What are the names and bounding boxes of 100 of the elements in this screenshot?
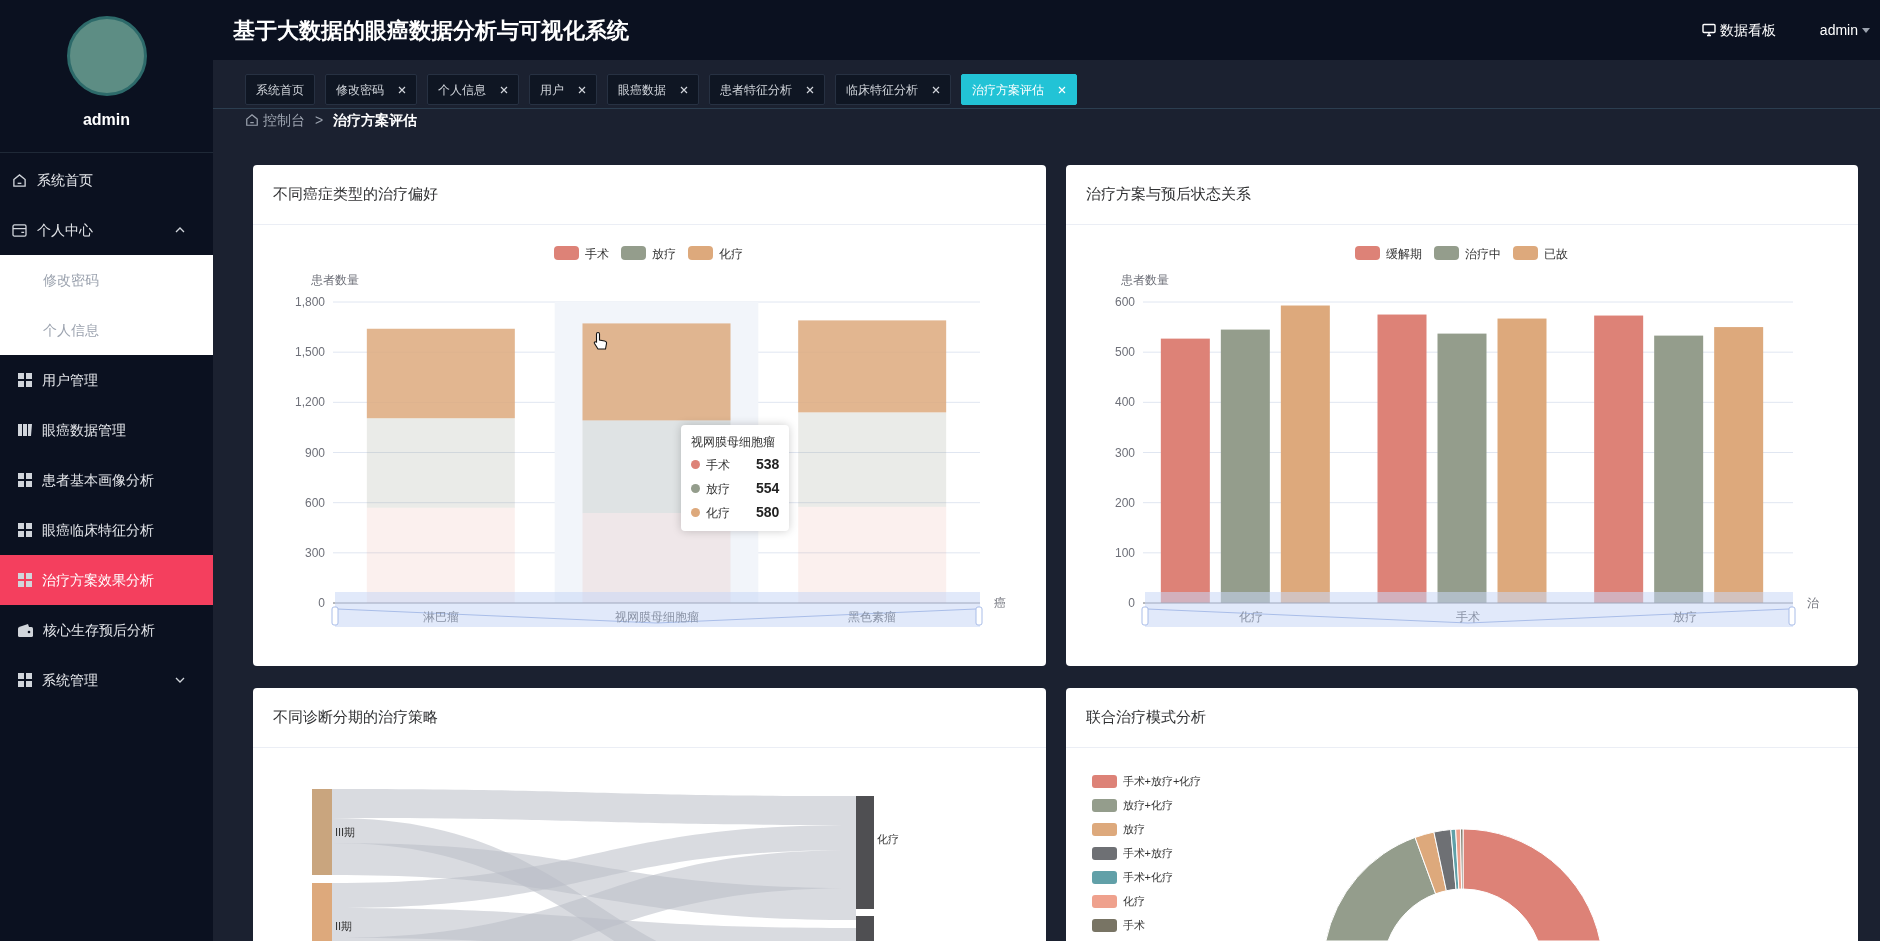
card-title: 不同诊断分期的治疗策略 bbox=[273, 707, 438, 728]
close-icon[interactable] bbox=[398, 85, 406, 94]
data-zoom-slider[interactable] bbox=[331, 592, 983, 627]
tab[interactable]: 用户 bbox=[529, 74, 597, 105]
tab[interactable]: 临床特征分析 bbox=[835, 74, 951, 105]
bar[interactable] bbox=[798, 320, 947, 413]
legend-label[interactable]: 化疗 bbox=[1122, 893, 1145, 910]
legend-label[interactable]: 手术 bbox=[585, 247, 609, 261]
breadcrumb-current: 治疗方案评估 bbox=[333, 110, 418, 130]
bar[interactable] bbox=[1160, 338, 1210, 603]
close-icon[interactable] bbox=[680, 85, 688, 94]
sidebar-item[interactable]: 系统首页 bbox=[0, 155, 213, 205]
axis-tick-label: 黑色素瘤 bbox=[848, 610, 897, 624]
legend-swatch[interactable] bbox=[688, 246, 713, 260]
sidebar-item[interactable]: 用户管理 bbox=[0, 355, 213, 405]
legend-swatch[interactable] bbox=[621, 246, 646, 260]
grid-icon bbox=[18, 573, 32, 587]
tooltip-value: 580 bbox=[756, 503, 780, 522]
axis-tick-label: 300 bbox=[304, 545, 325, 560]
breadcrumb-link[interactable]: 控制台 bbox=[263, 109, 305, 131]
chevron-up-icon bbox=[175, 227, 185, 233]
sidebar-item[interactable]: 核心生存预后分析 bbox=[0, 605, 213, 655]
close-icon[interactable] bbox=[500, 85, 508, 94]
user-menu[interactable]: admin bbox=[1819, 19, 1870, 41]
legend-label[interactable]: 手术 bbox=[1122, 917, 1145, 934]
axis-tick-label: 100 bbox=[1114, 545, 1135, 560]
legend-label[interactable]: 放疗 bbox=[1122, 821, 1145, 838]
axis-tick-label: 200 bbox=[1114, 495, 1135, 510]
sidebar-item[interactable]: 系统管理 bbox=[0, 655, 213, 705]
close-icon[interactable] bbox=[932, 85, 940, 94]
legend-swatch[interactable] bbox=[1091, 799, 1117, 812]
app-title: 基于大数据的眼癌数据分析与可视化系统 bbox=[233, 16, 629, 45]
chevron-down-icon bbox=[175, 677, 185, 683]
legend-swatch[interactable] bbox=[1091, 847, 1117, 860]
bar[interactable] bbox=[1280, 305, 1330, 603]
book-icon bbox=[18, 423, 32, 437]
legend-label[interactable]: 手术+化疗 bbox=[1122, 869, 1173, 886]
bar[interactable] bbox=[1220, 329, 1270, 603]
sidebar-item[interactable]: 个人中心 bbox=[0, 205, 213, 255]
node-label: II期 bbox=[335, 920, 353, 932]
donut-slice[interactable] bbox=[1459, 828, 1463, 890]
legend-swatch[interactable] bbox=[1091, 895, 1117, 908]
axis-tick-label: 淋巴瘤 bbox=[422, 610, 459, 624]
sidebar-item[interactable]: 患者基本画像分析 bbox=[0, 455, 213, 505]
bar[interactable] bbox=[1593, 315, 1643, 603]
axis-tick-label: 1,800 bbox=[294, 295, 325, 309]
axis-tick-label: 放疗 bbox=[1672, 610, 1697, 624]
tooltip-label: 化疗 bbox=[706, 504, 731, 522]
tab[interactable]: 系统首页 bbox=[245, 74, 315, 105]
monitor-icon bbox=[1701, 23, 1716, 37]
bar[interactable] bbox=[1377, 314, 1426, 603]
tab[interactable]: 个人信息 bbox=[427, 74, 519, 105]
bar[interactable] bbox=[1713, 327, 1763, 603]
bar[interactable] bbox=[1437, 333, 1486, 603]
sankey-node[interactable] bbox=[312, 789, 332, 875]
bar[interactable] bbox=[366, 328, 515, 419]
tab[interactable]: 眼癌数据 bbox=[607, 74, 699, 105]
legend-swatch[interactable] bbox=[1354, 246, 1380, 260]
sankey-node[interactable] bbox=[856, 796, 874, 909]
sidebar-item[interactable]: 眼癌数据管理 bbox=[0, 405, 213, 455]
close-icon[interactable] bbox=[806, 85, 814, 94]
axis-tick-label: 手术 bbox=[1455, 610, 1480, 624]
sidebar-item[interactable]: 治疗方案效果分析 bbox=[0, 555, 213, 605]
legend-swatch[interactable] bbox=[1091, 919, 1117, 932]
legend-swatch[interactable] bbox=[1091, 775, 1117, 788]
data-zoom-slider[interactable] bbox=[1141, 592, 1795, 627]
legend-swatch[interactable] bbox=[554, 246, 579, 260]
donut-slice[interactable] bbox=[1324, 836, 1436, 941]
grid-icon bbox=[18, 523, 32, 537]
legend-label[interactable]: 放疗 bbox=[652, 247, 676, 261]
donut-slice[interactable] bbox=[1462, 828, 1601, 941]
legend-label[interactable]: 放疗+化疗 bbox=[1122, 797, 1173, 814]
axis-tick-label: 0 bbox=[1127, 596, 1135, 610]
node-label: 化疗 bbox=[877, 833, 899, 845]
tab[interactable]: 修改密码 bbox=[325, 74, 417, 105]
legend-swatch[interactable] bbox=[1091, 823, 1117, 836]
sidebar-item[interactable]: 眼癌临床特征分析 bbox=[0, 505, 213, 555]
card-title: 联合治疗模式分析 bbox=[1085, 707, 1206, 728]
dashboard-link[interactable]: 数据看板 bbox=[1701, 19, 1776, 41]
donut-slice[interactable] bbox=[1414, 831, 1447, 895]
legend-label[interactable]: 已故 bbox=[1543, 247, 1568, 261]
legend-swatch[interactable] bbox=[1512, 246, 1538, 260]
tooltip-value: 554 bbox=[756, 479, 780, 498]
legend-label[interactable]: 手术+放疗 bbox=[1122, 845, 1173, 862]
axis-title: 癌 bbox=[994, 596, 1006, 610]
legend-label[interactable]: 手术+放疗+化疗 bbox=[1122, 773, 1202, 790]
tab[interactable]: 患者特征分析 bbox=[709, 74, 825, 105]
bar[interactable] bbox=[1497, 318, 1546, 603]
legend-swatch[interactable] bbox=[1091, 871, 1117, 884]
bar[interactable] bbox=[582, 323, 731, 421]
tooltip-value: 538 bbox=[756, 455, 780, 474]
legend-label[interactable]: 化疗 bbox=[719, 247, 743, 261]
legend-label[interactable]: 治疗中 bbox=[1464, 247, 1501, 261]
legend-swatch[interactable] bbox=[1433, 246, 1459, 260]
legend-label[interactable]: 缓解期 bbox=[1385, 247, 1422, 261]
close-icon[interactable] bbox=[578, 85, 586, 94]
card-title: 不同癌症类型的治疗偏好 bbox=[273, 184, 438, 205]
axis-tick-label: 1,500 bbox=[294, 345, 325, 360]
donut-slice[interactable] bbox=[1432, 829, 1457, 892]
bar[interactable] bbox=[1653, 335, 1703, 603]
